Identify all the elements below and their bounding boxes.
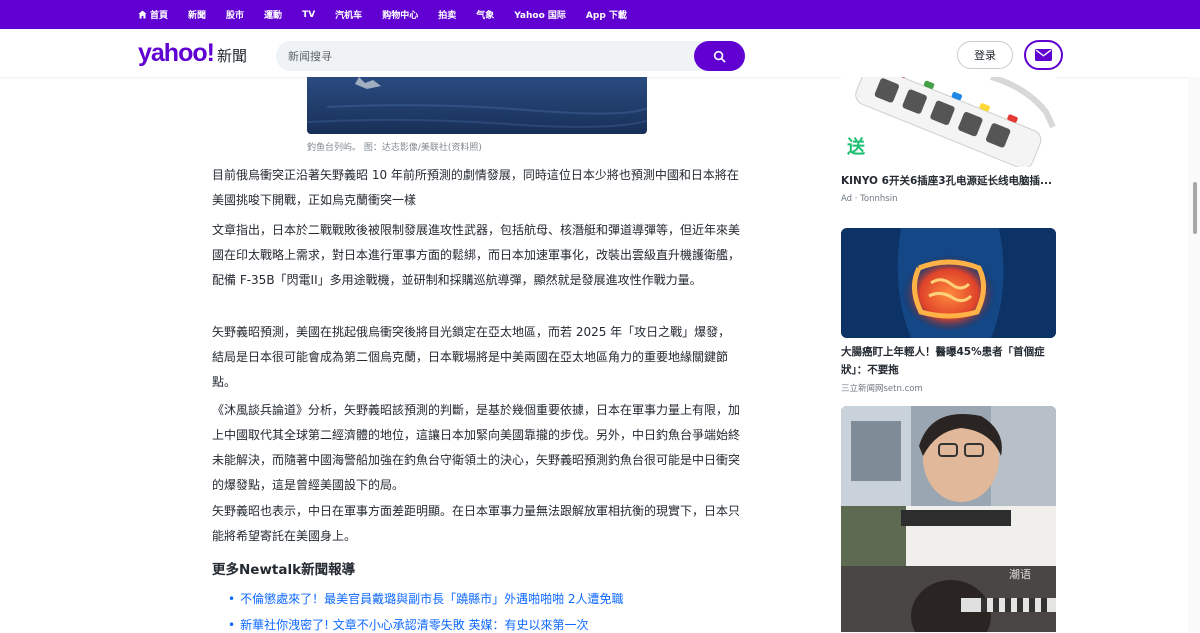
article-paragraph-2: 文章指出，日本於二戰戰敗後被限制發展進攻性武器，包括航母、核潛艇和彈道導彈等，但… <box>212 223 741 287</box>
video-thumbnail[interactable]: 潮语 <box>841 406 1056 632</box>
logo-section: 新聞 <box>216 47 247 65</box>
related-link-label: 不倫懲處來了！最美官員戴璐與副市長「蹺縣市」外遇啪啪啪 2人遭免職 <box>240 592 624 606</box>
login-button[interactable]: 登录 <box>957 41 1013 69</box>
article-paragraph-3: 矢野義昭預測，美國在挑起俄烏衝突後將目光鎖定在亞太地區，而若 2025 年「攻日… <box>212 325 731 389</box>
yahoo-news-logo[interactable]: yahoo! 新聞 <box>138 41 247 68</box>
nav-item-auction[interactable]: 拍卖 <box>438 8 456 21</box>
nav-item-news[interactable]: 新聞 <box>188 8 206 21</box>
ad-badge: 送 <box>847 137 865 158</box>
mail-icon <box>1035 49 1052 61</box>
nav-item-autos[interactable]: 汽机车 <box>335 8 362 21</box>
nav-item-weather[interactable]: 气象 <box>476 8 494 21</box>
logo-brand: yahoo! <box>138 39 215 67</box>
site-header: yahoo! 新聞 <box>0 29 1200 77</box>
nav-item-shopping[interactable]: 购物中心 <box>382 8 418 21</box>
mail-button[interactable] <box>1024 40 1063 70</box>
page-scrollbar-track[interactable] <box>1188 77 1200 632</box>
nav-item-stocks[interactable]: 股市 <box>226 8 244 21</box>
ad-source-1: Ad · Tonnhsin <box>841 194 898 204</box>
power-strip-image <box>855 77 1056 167</box>
search-icon <box>713 50 726 62</box>
photo-caption: 釣鱼台列屿。 图：达志影像/美联社(资料照) <box>307 143 482 153</box>
page-scrollbar-thumb[interactable] <box>1193 182 1197 234</box>
article-paragraph-1: 目前俄烏衝突正沿著矢野義昭 10 年前所預測的劇情發展，同時這位日本少將也預測中… <box>212 168 739 207</box>
ad-title-1[interactable]: KINYO 6开关6插座3孔电源延长线电脑插... <box>841 172 1059 190</box>
video-overlay-text: 潮语 <box>1009 568 1031 581</box>
nav-item-international[interactable]: Yahoo 国际 <box>514 8 566 21</box>
related-link-2[interactable]: • 新華社你洩密了! 文章不小心承認清零失敗 英媒：有史以來第一次 <box>228 616 589 633</box>
ad-title-2[interactable]: 大腸癌盯上年輕人！醫曝45%患者「首個症狀」：不要拖 <box>841 343 1059 379</box>
nav-item-label: 首頁 <box>150 11 169 21</box>
search-input[interactable] <box>288 41 688 71</box>
islands-photo <box>307 77 647 134</box>
related-link-1[interactable]: • 不倫懲處來了！最美官員戴璐與副市長「蹺縣市」外遇啪啪啪 2人遭免職 <box>228 590 624 607</box>
more-news-heading: 更多Newtalk新聞報導 <box>212 562 356 578</box>
nav-item-sports[interactable]: 運動 <box>264 8 282 21</box>
related-link-label: 新華社你洩密了! 文章不小心承認清零失敗 英媒：有史以來第一次 <box>240 618 589 632</box>
search-button[interactable] <box>694 41 745 71</box>
nav-item-home[interactable]: 首頁 <box>138 8 168 21</box>
video-person-image <box>841 406 1056 632</box>
top-nav-bar: 首頁 新聞 股市 運動 TV 汽机车 购物中心 拍卖 气象 Yahoo 国际 A… <box>0 0 1200 29</box>
nav-item-tv[interactable]: TV <box>302 10 315 20</box>
nav-item-app-download[interactable]: App 下載 <box>586 8 627 21</box>
intestine-illustration <box>841 228 1056 338</box>
ad-image-power-strip[interactable]: 送 <box>841 77 1056 167</box>
article-paragraph-4: 《沐風談兵論道》分析，矢野義昭該預測的判斷，是基於幾個重要依據，日本在軍事力量上… <box>212 403 741 492</box>
search-bar <box>276 41 745 71</box>
home-icon <box>138 10 147 19</box>
ad-source-2: 三立新闻网setn.com <box>841 384 923 394</box>
article-photo <box>307 77 647 134</box>
article-paragraph-5: 矢野義昭也表示，中日在軍事方面差距明顯。在日本軍事力量無法跟解放軍相抗衡的現實下… <box>212 504 741 543</box>
ad-image-intestines[interactable] <box>841 228 1056 338</box>
